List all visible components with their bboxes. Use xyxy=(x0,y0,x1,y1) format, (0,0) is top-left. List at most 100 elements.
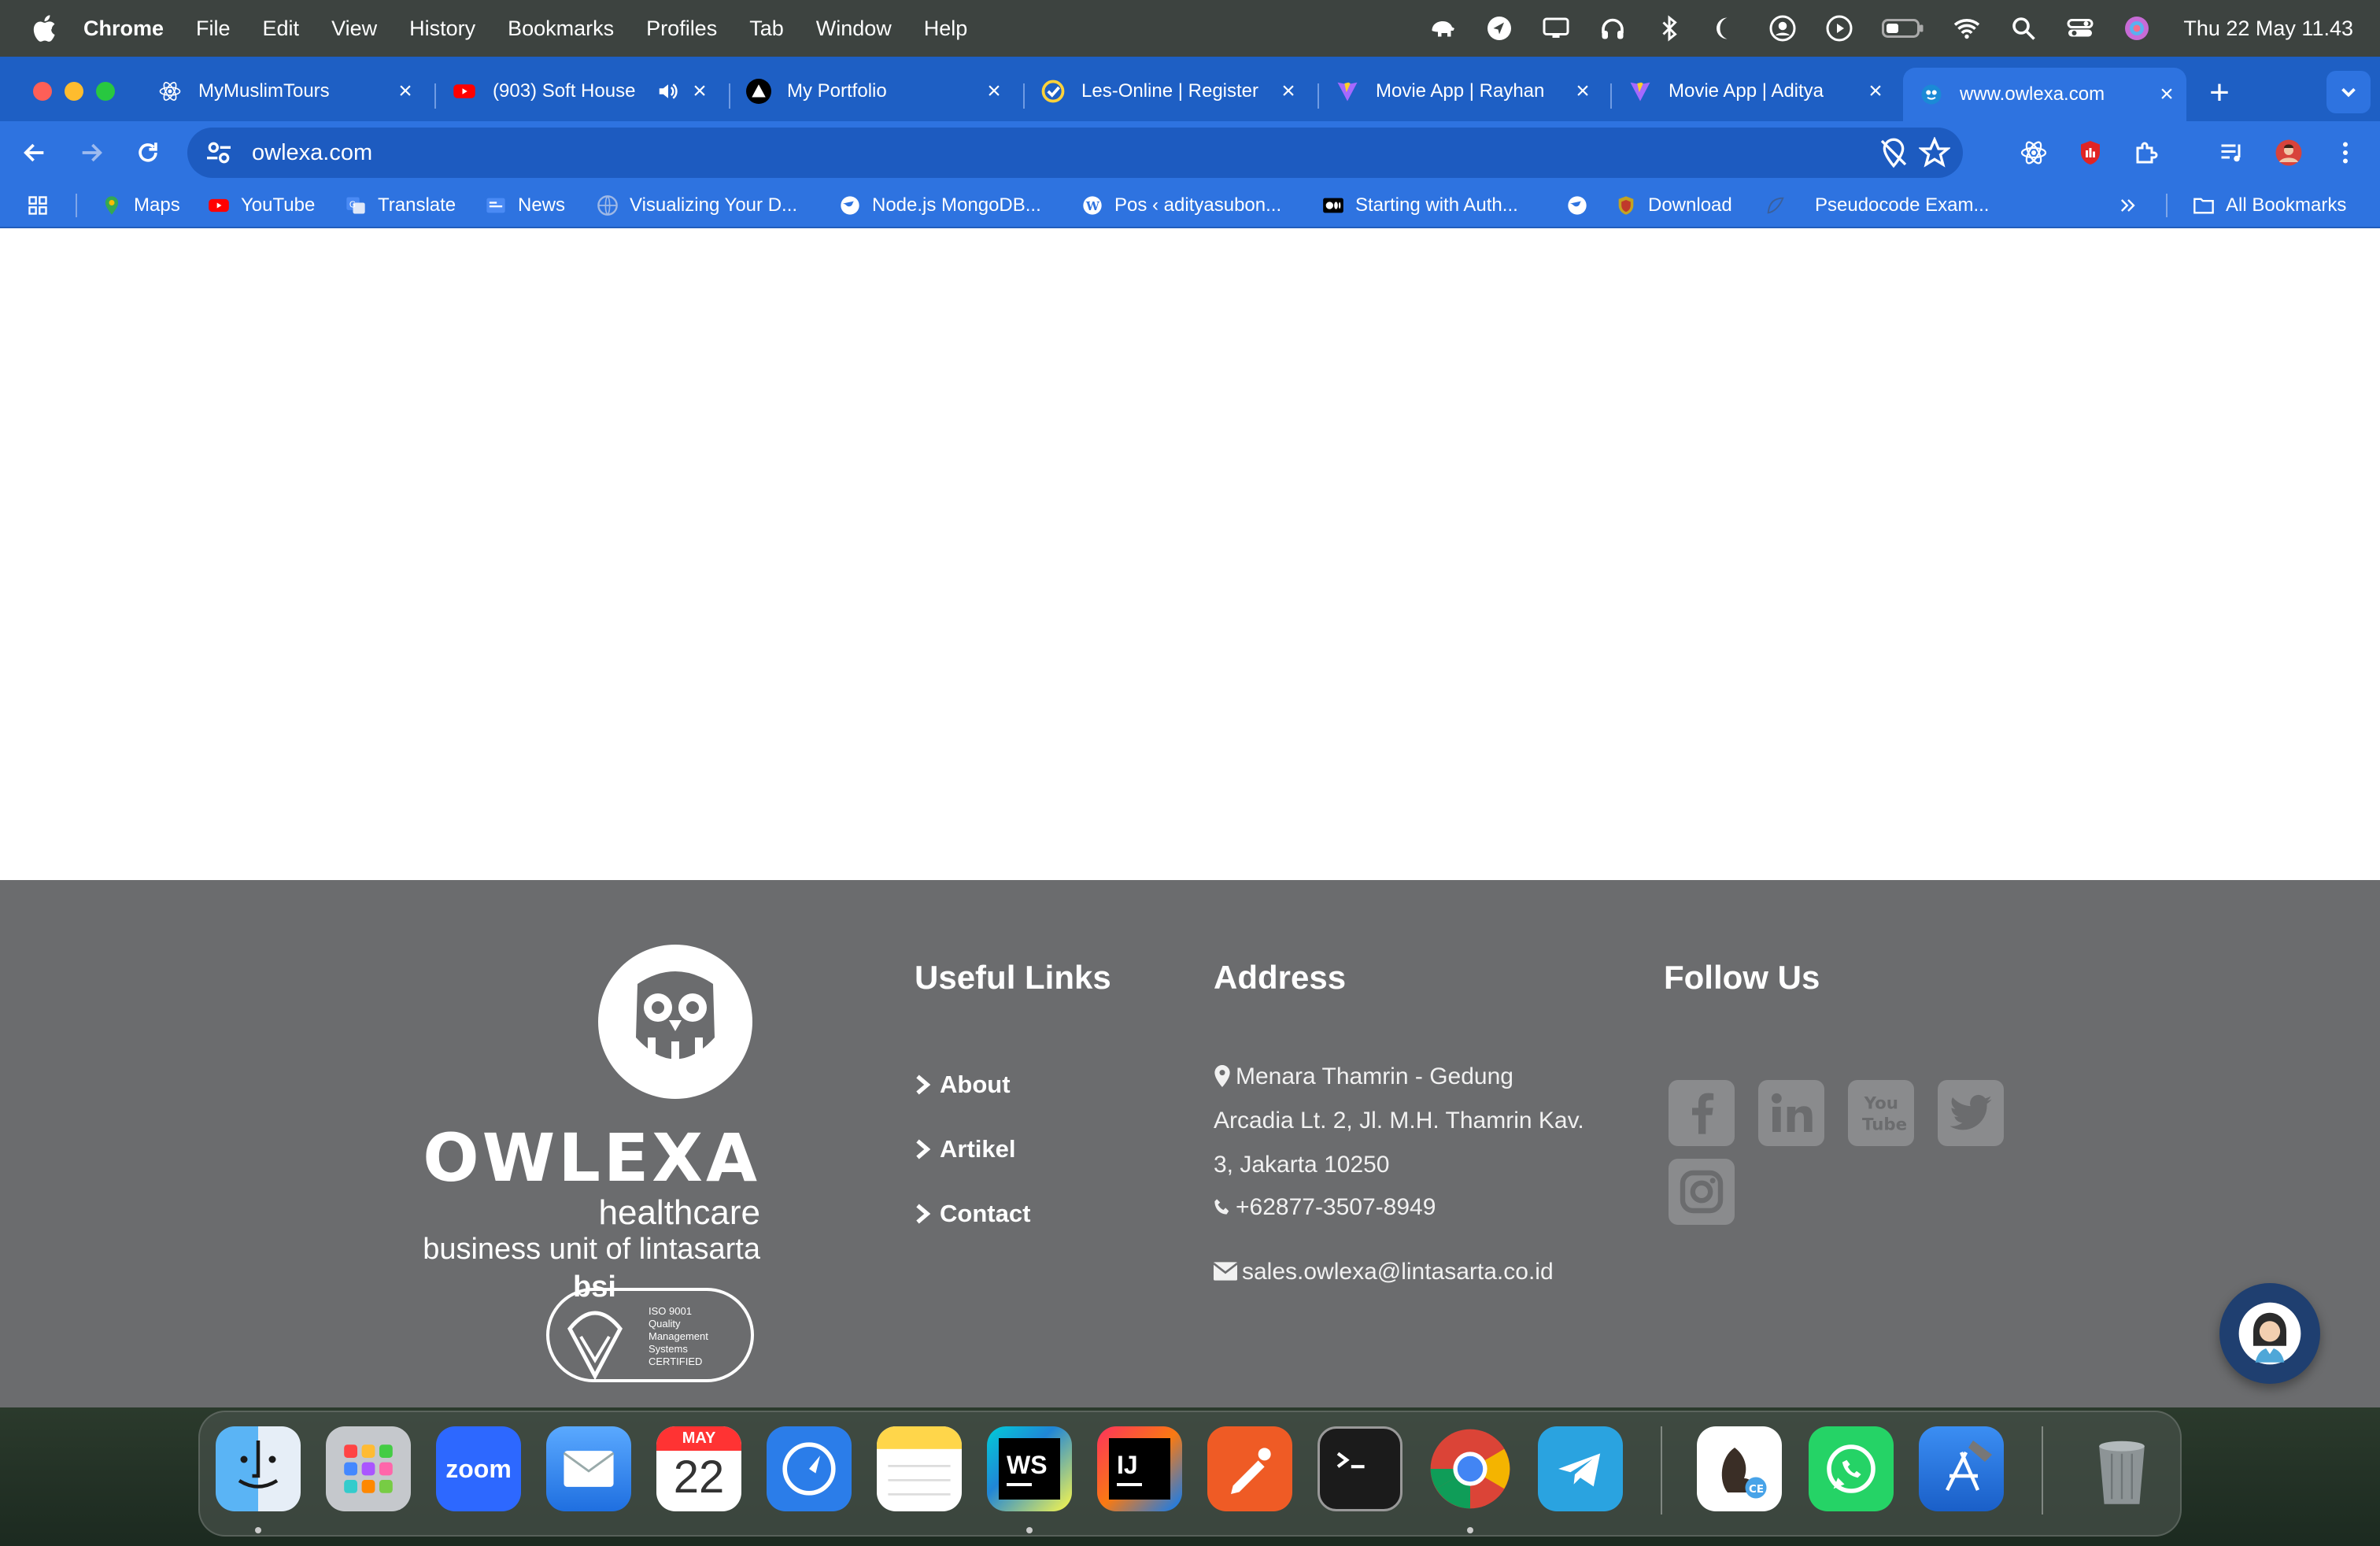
dock-chrome-icon[interactable] xyxy=(1428,1426,1513,1511)
zoom-window-button[interactable] xyxy=(96,82,115,101)
audio-playing-icon[interactable] xyxy=(656,80,680,103)
bookmark-starting-with-auth[interactable]: Starting with Auth... xyxy=(1322,183,1518,228)
dock-tableplus-icon[interactable]: CE xyxy=(1697,1426,1782,1511)
control-center-icon[interactable] xyxy=(2065,13,2095,43)
menu-file[interactable]: File xyxy=(196,17,231,41)
siri-icon[interactable] xyxy=(2122,13,2152,43)
linkedin-icon[interactable] xyxy=(1758,1080,1824,1146)
dock-mail-icon[interactable] xyxy=(546,1426,631,1511)
bluetooth-icon[interactable] xyxy=(1654,13,1684,43)
bookmarks-overflow-button[interactable] xyxy=(2117,183,2150,228)
close-tab-icon[interactable]: × xyxy=(982,78,1006,104)
tab-owlexa[interactable]: www.owlexa.com × xyxy=(1903,68,2186,121)
bookmark-nodejs-mongodb[interactable]: Node.js MongoDB... xyxy=(839,183,1041,228)
bookmark-globe[interactable] xyxy=(1566,183,1599,228)
dock-trash-icon[interactable] xyxy=(2079,1426,2164,1511)
dock-xcode-icon[interactable] xyxy=(1919,1426,2004,1511)
close-tab-icon[interactable]: × xyxy=(1277,78,1300,104)
dock-launchpad-icon[interactable] xyxy=(326,1426,411,1511)
menu-view[interactable]: View xyxy=(331,17,377,41)
bookmark-apps[interactable] xyxy=(27,183,60,228)
bookmark-pseudocode[interactable]: Pseudocode Exam... xyxy=(1765,183,1989,228)
display-icon[interactable] xyxy=(1541,13,1571,43)
tab-mymuslimtours[interactable]: MyMuslimTours × xyxy=(142,68,425,115)
bookmark-translate[interactable]: G Translate xyxy=(345,183,456,228)
close-tab-icon[interactable]: × xyxy=(688,78,711,104)
footer-link-contact[interactable]: Contact xyxy=(915,1200,1030,1228)
headphones-icon[interactable] xyxy=(1598,13,1628,43)
moon-icon[interactable] xyxy=(1711,13,1741,43)
search-icon[interactable] xyxy=(2009,13,2038,43)
forward-button[interactable] xyxy=(74,135,109,170)
bookmark-pos-wordpress[interactable]: W Pos ‹ adityasubon... xyxy=(1081,183,1281,228)
tab-movie-app-rayhan[interactable]: Movie App | Rayhan × xyxy=(1319,68,1602,115)
dock-notes-icon[interactable] xyxy=(877,1426,962,1511)
back-button[interactable] xyxy=(17,135,52,170)
menubar-clock[interactable]: Thu 22 May 11.43 xyxy=(2183,17,2353,41)
menu-window[interactable]: Window xyxy=(816,17,892,41)
more-options-icon[interactable] xyxy=(2330,137,2361,168)
footer-link-artikel[interactable]: Artikel xyxy=(915,1135,1015,1163)
user-circle-icon[interactable] xyxy=(1768,13,1798,43)
bookmark-news[interactable]: News xyxy=(485,183,565,228)
media-controls-icon[interactable] xyxy=(2216,137,2248,168)
close-tab-icon[interactable]: × xyxy=(1864,78,1887,104)
react-devtools-icon[interactable] xyxy=(2018,137,2049,168)
star-bookmark-icon[interactable] xyxy=(1919,137,1950,168)
email-row[interactable]: sales.owlexa@lintasarta.co.id xyxy=(1214,1250,1554,1294)
extensions-puzzle-icon[interactable] xyxy=(2131,137,2163,168)
menu-help[interactable]: Help xyxy=(924,17,968,41)
close-tab-icon[interactable]: × xyxy=(2155,81,2179,107)
close-window-button[interactable] xyxy=(33,82,52,101)
navigation-icon[interactable] xyxy=(1484,13,1514,43)
dock-webstorm-icon[interactable]: WS xyxy=(987,1426,1072,1511)
menu-profiles[interactable]: Profiles xyxy=(646,17,717,41)
tab-search-button[interactable] xyxy=(2326,71,2371,113)
menu-bookmarks[interactable]: Bookmarks xyxy=(508,17,614,41)
address-bar[interactable]: owlexa.com xyxy=(187,128,1963,178)
reload-button[interactable] xyxy=(131,135,165,170)
elephant-icon[interactable] xyxy=(1428,13,1458,43)
bookmark-download[interactable]: Download xyxy=(1615,183,1732,228)
dock-intellij-icon[interactable]: IJ xyxy=(1097,1426,1182,1511)
tab-les-online[interactable]: Les-Online | Register × xyxy=(1025,68,1308,115)
close-tab-icon[interactable]: × xyxy=(394,78,417,104)
url-text[interactable]: owlexa.com xyxy=(252,140,372,166)
dock-telegram-icon[interactable] xyxy=(1538,1426,1623,1511)
twitter-icon[interactable] xyxy=(1938,1080,2004,1146)
dock-whatsapp-icon[interactable] xyxy=(1809,1426,1894,1511)
site-info-icon[interactable] xyxy=(203,137,235,168)
battery-icon[interactable] xyxy=(1881,13,1925,43)
all-bookmarks-button[interactable]: All Bookmarks xyxy=(2193,183,2346,228)
wifi-icon[interactable] xyxy=(1952,13,1982,43)
bookmark-visualizing[interactable]: Visualizing Your D... xyxy=(597,183,797,228)
profile-avatar[interactable] xyxy=(2273,137,2304,168)
menu-app-name[interactable]: Chrome xyxy=(83,17,164,41)
bookmark-maps[interactable]: Maps xyxy=(101,183,180,228)
apple-logo-icon[interactable] xyxy=(30,13,57,44)
phone-row[interactable]: +62877-3507-8949 xyxy=(1214,1185,1436,1230)
new-tab-button[interactable]: + xyxy=(2201,73,2238,112)
minimize-window-button[interactable] xyxy=(65,82,83,101)
chat-assistant-button[interactable] xyxy=(2219,1283,2320,1384)
tab-movie-app-aditya[interactable]: Movie App | Aditya × xyxy=(1612,68,1895,115)
tab-my-portfolio[interactable]: My Portfolio × xyxy=(730,68,1014,115)
close-tab-icon[interactable]: × xyxy=(1571,78,1595,104)
dock-finder-icon[interactable] xyxy=(216,1426,301,1511)
instagram-icon[interactable] xyxy=(1669,1159,1735,1225)
footer-link-about[interactable]: About xyxy=(915,1071,1011,1099)
adblock-hand-icon[interactable] xyxy=(2075,137,2106,168)
tab-soft-house[interactable]: (903) Soft House × xyxy=(436,68,719,115)
dock-postman-icon[interactable] xyxy=(1207,1426,1292,1511)
dock-calendar-icon[interactable]: MAY 22 xyxy=(656,1426,741,1511)
menu-tab[interactable]: Tab xyxy=(749,17,784,41)
menu-history[interactable]: History xyxy=(409,17,475,41)
dock-terminal-icon[interactable] xyxy=(1318,1426,1402,1511)
facebook-icon[interactable] xyxy=(1669,1080,1735,1146)
youtube-icon[interactable]: You Tube xyxy=(1848,1080,1914,1146)
dock-compass-app-icon[interactable] xyxy=(767,1426,852,1511)
menu-edit[interactable]: Edit xyxy=(263,17,300,41)
dock-zoom-icon[interactable]: zoom xyxy=(436,1426,521,1511)
play-circle-icon[interactable] xyxy=(1824,13,1854,43)
location-off-icon[interactable] xyxy=(1878,137,1909,168)
